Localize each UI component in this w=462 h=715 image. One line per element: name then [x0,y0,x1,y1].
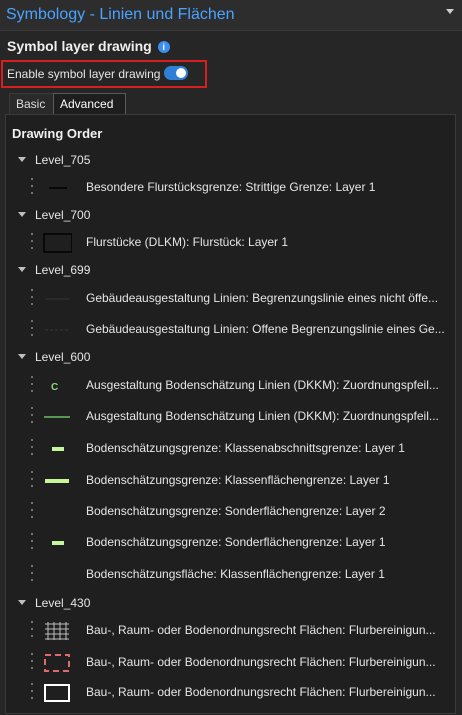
empty-symbol [42,500,72,524]
hatched-pattern-symbol [42,619,72,643]
collapse-triangle-icon[interactable] [18,600,26,605]
symbol-layer-row[interactable]: Bodenschätzungsgrenze: Sonderflächengren… [30,500,456,524]
level-label: Level_430 [35,596,91,610]
layer-label: Bodenschätzungsfläche: Klassenflächengre… [86,567,385,581]
pane-title-bar: Symbology - Linien und Flächen [0,0,462,31]
white-rectangle-symbol [42,681,72,705]
section-header: Symbol layer drawing i [7,38,170,54]
info-icon[interactable]: i [157,41,170,53]
collapse-triangle-icon[interactable] [18,157,26,162]
empty-symbol [42,563,72,587]
black-rectangle-symbol [42,231,73,255]
enable-label: Enable symbol layer drawing [7,67,161,81]
tab-basic[interactable]: Basic [9,93,59,115]
drag-handle-icon[interactable] [30,565,34,585]
symbol-layer-row[interactable]: Bodenschätzungsgrenze: Sonderflächengren… [30,531,456,555]
layer-label: Gebäudeausgestaltung Linien: Offene Begr… [86,322,445,336]
drag-handle-icon[interactable] [30,233,34,253]
layer-label: Ausgestaltung Bodenschätzung Linien (DKK… [86,409,439,423]
layer-label: Bodenschätzungsgrenze: Sonderflächengren… [86,504,386,518]
drag-handle-icon[interactable] [30,653,34,673]
level-label: Level_699 [35,263,91,277]
symbol-layer-row[interactable]: Bau-, Raum- oder Bodenordnungsrecht Fläc… [30,681,456,705]
layer-label: Bau-, Raum- oder Bodenordnungsrecht Fläc… [86,685,436,699]
layer-label: Gebäudeausgestaltung Linien: Begrenzungs… [86,291,439,305]
svg-text:C: C [51,382,58,393]
gray-solid-line-symbol [42,287,72,311]
section-title: Symbol layer drawing [7,38,152,54]
symbol-layer-row[interactable]: Bau-, Raum- oder Bodenordnungsrecht Fläc… [30,651,456,675]
drag-handle-icon[interactable] [30,178,34,198]
drag-handle-icon[interactable] [30,533,34,553]
solid-black-line-symbol [42,176,72,200]
symbol-layer-row[interactable]: Ausgestaltung Bodenschätzung Linien (DKK… [30,405,456,429]
layer-label: Bodenschätzungsgrenze: Sonderflächengren… [86,535,386,549]
drag-handle-icon[interactable] [30,289,34,309]
layer-label: Bodenschätzungsgrenze: Klassenabschnitts… [86,441,405,455]
symbol-layer-row[interactable]: Bodenschätzungsgrenze: Klassenabschnitts… [30,437,456,461]
symbol-layer-row[interactable]: Flurstücke (DLKM): Flurstück: Layer 1 [30,231,456,255]
level-label: Level_600 [35,350,91,364]
layer-label: Bau-, Raum- oder Bodenordnungsrecht Fläc… [86,655,436,669]
enable-toggle[interactable] [164,66,188,80]
symbol-layer-row[interactable]: Besondere Flurstücksgrenze: Strittige Gr… [30,176,456,200]
symbol-layer-row[interactable]: Gebäudeausgestaltung Linien: Offene Begr… [30,318,456,342]
toggle-knob [176,68,186,78]
layer-label: Bau-, Raum- oder Bodenordnungsrecht Fläc… [86,623,436,637]
layer-label: Ausgestaltung Bodenschätzung Linien (DKK… [86,378,439,392]
drag-handle-icon[interactable] [30,471,34,491]
symbol-layer-row[interactable]: Bodenschätzungsfläche: Klassenflächengre… [30,563,456,587]
drag-handle-icon[interactable] [30,376,34,396]
drag-handle-icon[interactable] [30,320,34,340]
light-green-short-bar-symbol [42,531,72,555]
symbol-layer-row[interactable]: Bodenschätzungsgrenze: Klassenflächengre… [30,469,456,493]
level-label: Level_705 [35,153,91,167]
layer-label: Besondere Flurstücksgrenze: Strittige Gr… [86,180,376,194]
symbol-layer-row[interactable]: Gebäudeausgestaltung Linien: Begrenzungs… [30,287,456,311]
symbol-layer-row[interactable]: Bau-, Raum- oder Bodenordnungsrecht Fläc… [30,619,456,643]
symbol-layer-row[interactable]: C Ausgestaltung Bodenschätzung Linien (D… [30,374,456,398]
pane-title: Symbology - Linien und Flächen [6,6,235,23]
drag-handle-icon[interactable] [30,407,34,427]
light-green-short-bar-symbol [42,437,72,461]
tab-advanced[interactable]: Advanced [53,93,126,115]
light-green-long-bar-symbol [42,469,72,493]
level-label: Level_700 [35,208,91,222]
drawing-order-title: Drawing Order [12,126,103,141]
drag-handle-icon[interactable] [30,621,34,641]
layer-label: Flurstücke (DLKM): Flurstück: Layer 1 [86,235,289,249]
chevron-down-icon[interactable] [446,9,454,14]
drag-handle-icon[interactable] [30,439,34,459]
gray-dashed-line-symbol [42,318,72,342]
drag-handle-icon[interactable] [30,502,34,522]
layer-label: Bodenschätzungsgrenze: Klassenflächengre… [86,473,390,487]
drag-handle-icon[interactable] [30,683,34,703]
red-dashed-rectangle-symbol [42,651,72,675]
collapse-triangle-icon[interactable] [18,354,26,359]
green-c-symbol: C [42,374,72,398]
collapse-triangle-icon[interactable] [18,267,26,272]
collapse-triangle-icon[interactable] [18,212,26,217]
green-thin-line-symbol [42,405,72,429]
